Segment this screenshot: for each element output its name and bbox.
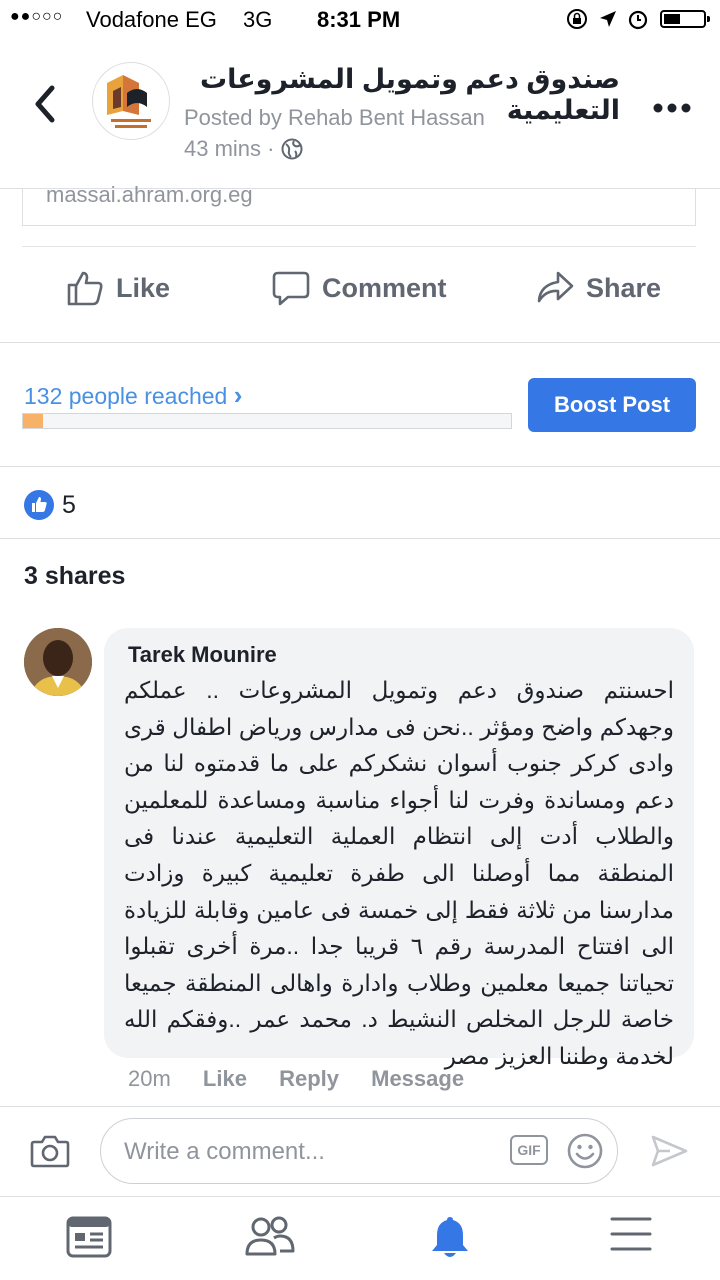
chevron-right-icon: › — [233, 380, 243, 410]
more-options-icon[interactable] — [652, 88, 692, 122]
comment-message-link[interactable]: Message — [371, 1066, 464, 1091]
comment-input-placeholder[interactable]: Write a comment... — [124, 1138, 325, 1166]
rotation-lock-icon — [567, 8, 587, 29]
camera-icon[interactable] — [30, 1133, 70, 1174]
comment-time: 20m — [128, 1066, 171, 1091]
notifications-icon[interactable] — [428, 1214, 472, 1265]
network-type: 3G — [243, 7, 273, 32]
reach-progress-fill — [23, 414, 43, 428]
posted-by[interactable]: Posted by Rehab Bent Hassan — [184, 105, 485, 131]
link-url[interactable]: massai.ahram.org.eg — [46, 182, 253, 208]
shares-count[interactable]: 3 shares — [24, 562, 125, 591]
comment-like-link[interactable]: Like — [203, 1066, 247, 1091]
globe-icon — [281, 138, 303, 160]
time-ago: 43 mins · — [184, 136, 275, 161]
post-timestamp: 43 mins · — [184, 136, 303, 162]
alarm-icon — [629, 10, 648, 29]
divider — [0, 538, 720, 539]
share-button[interactable]: Share — [536, 269, 661, 307]
location-icon — [599, 10, 616, 27]
commenter-avatar[interactable] — [24, 628, 92, 696]
carrier-name: Vodafone EG — [86, 7, 217, 32]
divider — [0, 1196, 720, 1197]
share-arrow-icon — [537, 271, 574, 303]
people-reached-link[interactable]: 132 people reached › — [24, 380, 242, 411]
send-icon[interactable] — [650, 1134, 688, 1173]
comment-button[interactable]: Comment — [272, 269, 447, 307]
fund-logo-icon — [107, 75, 151, 128]
status-bar: ●●○○○ Vodafone EG 3G 8:31 PM — [0, 0, 720, 40]
post-header: صندوق دعم وتمويل المشروعات التعليمية Pos… — [0, 44, 720, 189]
comment-reply-link[interactable]: Reply — [279, 1066, 339, 1091]
like-button[interactable]: Like — [66, 269, 170, 307]
news-feed-icon[interactable] — [66, 1214, 112, 1265]
divider — [0, 1106, 720, 1107]
divider — [0, 466, 720, 467]
page-avatar[interactable] — [92, 62, 170, 140]
comment-text: احسنتم صندوق دعم وتمويل المشروعات .. عمل… — [124, 677, 674, 1069]
back-chevron-icon[interactable] — [30, 82, 60, 137]
reach-progress-bar — [22, 413, 512, 429]
signal-strength: ●●○○○ — [10, 8, 64, 25]
gif-button[interactable]: GIF — [510, 1135, 548, 1165]
reaction-count[interactable]: 5 — [62, 491, 76, 520]
share-label: Share — [586, 272, 662, 303]
people-reached-text: 132 people reached — [24, 383, 228, 409]
clock: 8:31 PM — [317, 7, 401, 32]
comment-author[interactable]: Tarek Mounire — [128, 642, 277, 668]
like-label: Like — [116, 272, 171, 303]
menu-icon[interactable] — [610, 1214, 652, 1259]
battery-icon — [660, 10, 710, 28]
comment-label: Comment — [322, 272, 447, 303]
like-reaction-icon[interactable] — [24, 490, 54, 520]
comment-meta: 20m Like Reply Message — [128, 1066, 490, 1092]
post-actions: Like Comment Share — [22, 246, 696, 343]
status-icons — [566, 7, 649, 30]
friends-icon[interactable] — [244, 1214, 296, 1265]
emoji-icon[interactable] — [566, 1132, 604, 1175]
thumbs-up-icon — [67, 271, 103, 306]
divider — [0, 342, 720, 343]
comment-bubble-icon — [272, 271, 310, 306]
boost-post-button[interactable]: Boost Post — [528, 378, 696, 432]
